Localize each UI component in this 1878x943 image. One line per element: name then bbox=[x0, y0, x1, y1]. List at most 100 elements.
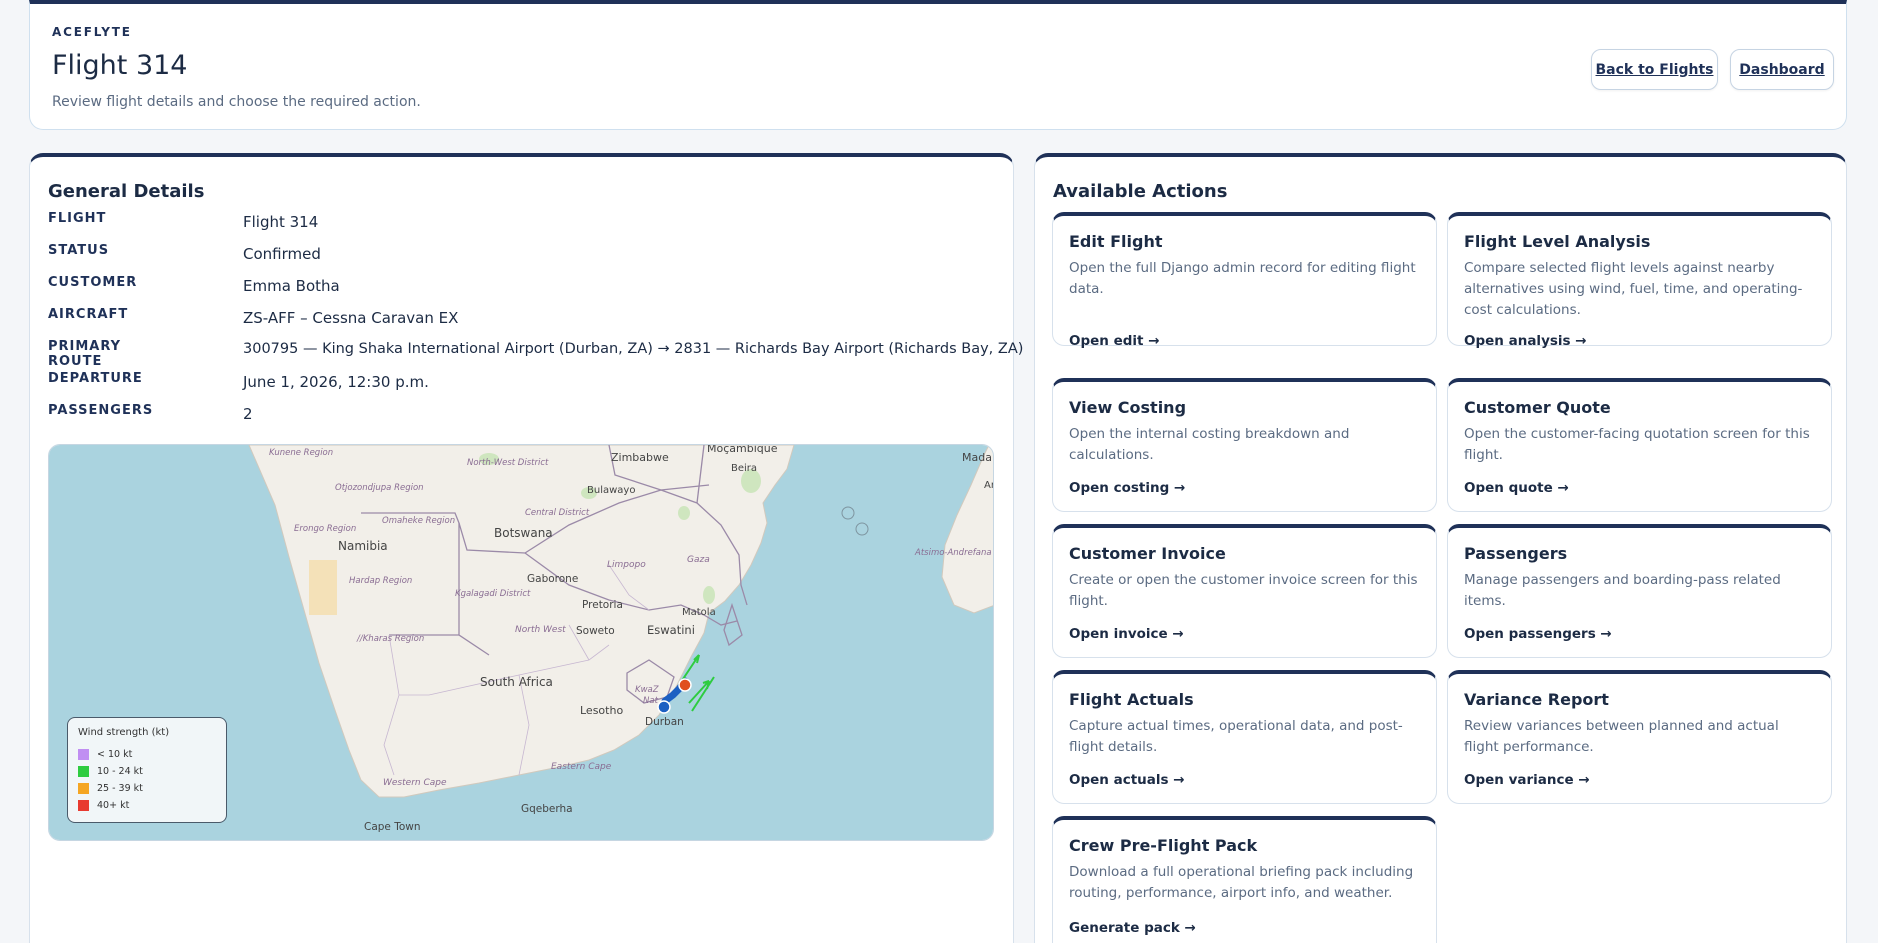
map-label-beira: Beira bbox=[731, 463, 757, 474]
card-description: Open the customer-facing quotation scree… bbox=[1464, 426, 1810, 463]
action-card-crew-preflight-pack[interactable]: Crew Pre-Flight Pack Download a full ope… bbox=[1052, 816, 1437, 943]
page-header: ACEFLYTE Flight 314 Review flight detail… bbox=[29, 0, 1847, 130]
open-costing-link[interactable]: Open costing → bbox=[1069, 480, 1185, 496]
card-description: Open the internal costing breakdown and … bbox=[1069, 426, 1350, 463]
action-card-flight-level-analysis[interactable]: Flight Level Analysis Compare selected f… bbox=[1447, 212, 1832, 349]
detail-value: Confirmed bbox=[243, 245, 321, 263]
detail-label: PRIMARY ROUTE bbox=[48, 339, 122, 369]
card-title: Edit Flight bbox=[1069, 232, 1163, 251]
detail-value: 2 bbox=[243, 405, 253, 423]
open-quote-link[interactable]: Open quote → bbox=[1464, 480, 1569, 496]
legend-item: < 10 kt bbox=[78, 746, 216, 763]
wind-legend: Wind strength (kt) < 10 kt 10 - 24 kt 25… bbox=[67, 717, 227, 823]
action-card-customer-invoice[interactable]: Customer Invoice Create or open the cust… bbox=[1052, 524, 1437, 658]
map-label-central-district: Central District bbox=[525, 508, 590, 518]
detail-value: ZS-AFF – Cessna Caravan EX bbox=[243, 309, 459, 327]
map-label-bulawayo: Bulawayo bbox=[587, 485, 635, 496]
map-label-soweto: Soweto bbox=[576, 625, 615, 637]
available-actions-panel: Available Actions Edit Flight Open the f… bbox=[1034, 153, 1847, 943]
map-label-lesotho: Lesotho bbox=[580, 704, 623, 717]
map-label-ar: Ar bbox=[984, 480, 994, 491]
page-title: Flight 314 bbox=[52, 50, 188, 81]
route-map[interactable]: Zimbabwe Moçambique Beira Bulawayo Botsw… bbox=[48, 444, 994, 841]
map-label-mada: Mada bbox=[962, 451, 992, 464]
detail-value: 300795 — King Shaka International Airpor… bbox=[243, 341, 1024, 357]
detail-value: June 1, 2026, 12:30 p.m. bbox=[243, 373, 429, 391]
open-actuals-link[interactable]: Open actuals → bbox=[1069, 772, 1185, 788]
map-label-matola: Matola bbox=[682, 607, 716, 618]
map-label-hardap: Hardap Region bbox=[349, 576, 412, 586]
map-label-limpopo: Limpopo bbox=[607, 560, 646, 570]
map-label-western-cape: Western Cape bbox=[383, 778, 447, 788]
map-label-karas: //Kharas Region bbox=[356, 634, 424, 644]
card-title: Passengers bbox=[1464, 544, 1568, 563]
map-label-cape-town: Cape Town bbox=[364, 821, 421, 833]
card-description: Create or open the customer invoice scre… bbox=[1069, 572, 1418, 609]
map-label-botswana: Botswana bbox=[494, 526, 553, 540]
map-label-omaheke: Omaheke Region bbox=[382, 516, 455, 526]
action-card-edit-flight[interactable]: Edit Flight Open the full Django admin r… bbox=[1052, 212, 1437, 349]
open-analysis-link[interactable]: Open analysis → bbox=[1464, 333, 1587, 349]
card-title: Customer Invoice bbox=[1069, 544, 1226, 563]
legend-item: 10 - 24 kt bbox=[78, 763, 216, 780]
action-card-customer-quote[interactable]: Customer Quote Open the customer-facing … bbox=[1447, 378, 1832, 512]
action-card-variance-report[interactable]: Variance Report Review variances between… bbox=[1447, 670, 1832, 804]
back-to-flights-button[interactable]: Back to Flights bbox=[1591, 49, 1718, 90]
legend-item: 40+ kt bbox=[78, 797, 216, 814]
map-label-otjozondjupa: Otjozondjupa Region bbox=[335, 483, 424, 493]
open-invoice-link[interactable]: Open invoice → bbox=[1069, 626, 1184, 642]
map-label-pretoria: Pretoria bbox=[582, 599, 623, 611]
page-subtitle: Review flight details and choose the req… bbox=[52, 94, 421, 110]
card-description: Download a full operational briefing pac… bbox=[1069, 864, 1414, 901]
detail-label: CUSTOMER bbox=[48, 275, 138, 290]
action-card-flight-actuals[interactable]: Flight Actuals Capture actual times, ope… bbox=[1052, 670, 1437, 804]
detail-value: Flight 314 bbox=[243, 213, 319, 231]
detail-label: FLIGHT bbox=[48, 211, 107, 226]
map-label-south-africa: South Africa bbox=[480, 675, 553, 689]
action-card-passengers[interactable]: Passengers Manage passengers and boardin… bbox=[1447, 524, 1832, 658]
map-label-gaza: Gaza bbox=[687, 555, 710, 565]
legend-swatch bbox=[78, 783, 89, 794]
detail-value: Emma Botha bbox=[243, 277, 340, 295]
map-label-kgalagadi: Kgalagadi District bbox=[455, 589, 531, 599]
card-description: Manage passengers and boarding-pass rela… bbox=[1464, 572, 1781, 609]
general-details-panel: General Details FLIGHT Flight 314 STATUS… bbox=[29, 153, 1023, 943]
legend-item: 25 - 39 kt bbox=[78, 780, 216, 797]
map-label-kwazulu: KwaZ bbox=[635, 685, 659, 695]
map-label-gqeberha: Gqeberha bbox=[521, 803, 573, 815]
map-label-north-west-district: North-West District bbox=[467, 458, 549, 468]
open-edit-link[interactable]: Open edit → bbox=[1069, 333, 1160, 349]
open-variance-link[interactable]: Open variance → bbox=[1464, 772, 1590, 788]
card-description: Capture actual times, operational data, … bbox=[1069, 718, 1403, 755]
generate-pack-link[interactable]: Generate pack → bbox=[1069, 920, 1196, 936]
brand-label: ACEFLYTE bbox=[52, 25, 132, 39]
map-label-eswatini: Eswatini bbox=[647, 623, 695, 637]
available-actions-heading: Available Actions bbox=[1053, 181, 1228, 202]
card-title: Crew Pre-Flight Pack bbox=[1069, 836, 1258, 855]
card-description: Compare selected flight levels against n… bbox=[1464, 260, 1803, 318]
legend-label: 40+ kt bbox=[97, 800, 130, 811]
legend-swatch bbox=[78, 766, 89, 777]
map-label-atsimo: Atsimo-Andrefana bbox=[914, 548, 992, 558]
card-title: Customer Quote bbox=[1464, 398, 1611, 417]
map-label-eastern-cape: Eastern Cape bbox=[551, 762, 612, 772]
map-label-natal: Nat bbox=[643, 696, 659, 706]
card-title: Flight Level Analysis bbox=[1464, 232, 1651, 251]
card-title: View Costing bbox=[1069, 398, 1187, 417]
map-label-erongo: Erongo Region bbox=[294, 524, 356, 534]
legend-swatch bbox=[78, 800, 89, 811]
map-label-kunene: Kunene Region bbox=[269, 448, 333, 458]
legend-label: 25 - 39 kt bbox=[97, 783, 143, 794]
map-label-durban: Durban bbox=[645, 716, 684, 728]
detail-label: STATUS bbox=[48, 243, 110, 258]
map-label-zimbabwe: Zimbabwe bbox=[611, 451, 669, 464]
action-card-view-costing[interactable]: View Costing Open the internal costing b… bbox=[1052, 378, 1437, 512]
card-description: Open the full Django admin record for ed… bbox=[1069, 260, 1416, 297]
card-title: Variance Report bbox=[1464, 690, 1609, 709]
map-label-namibia: Namibia bbox=[338, 539, 388, 553]
open-passengers-link[interactable]: Open passengers → bbox=[1464, 626, 1612, 642]
detail-label: PASSENGERS bbox=[48, 403, 154, 418]
legend-label: < 10 kt bbox=[97, 749, 133, 760]
dashboard-button[interactable]: Dashboard bbox=[1730, 49, 1834, 90]
card-title: Flight Actuals bbox=[1069, 690, 1194, 709]
